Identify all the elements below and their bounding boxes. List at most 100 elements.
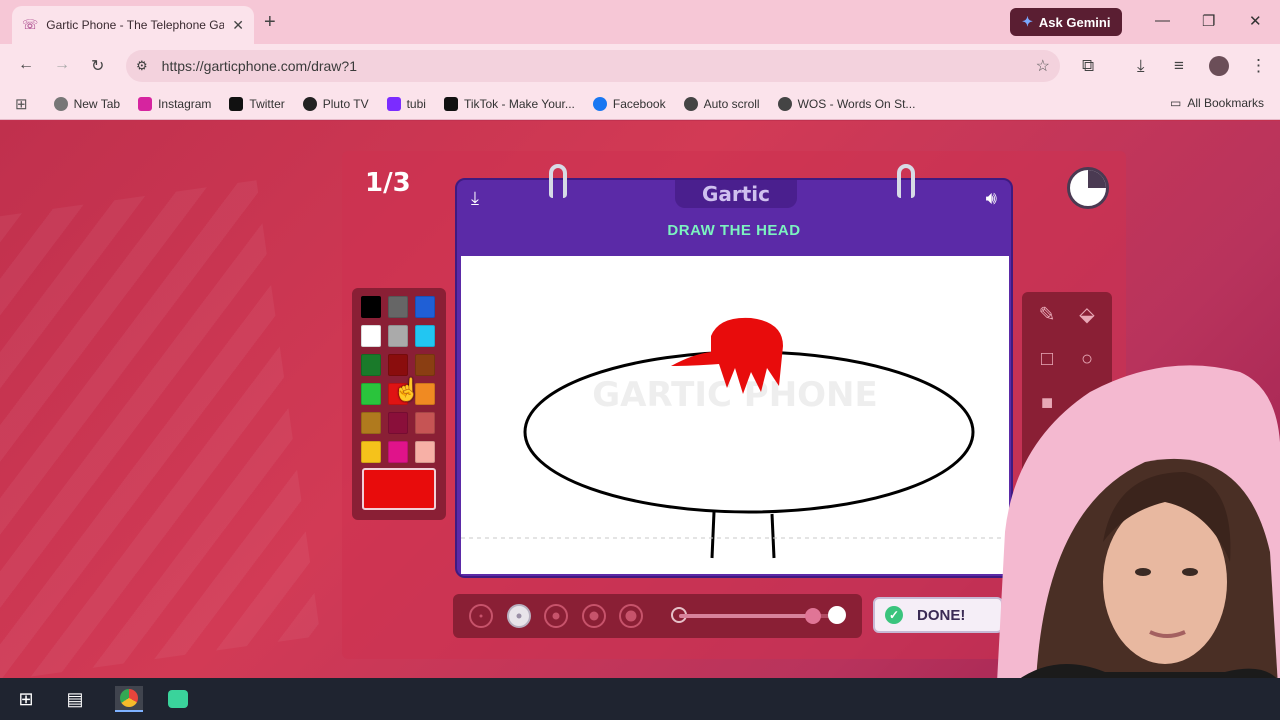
download-drawing-icon[interactable]: ⤓ <box>471 188 479 209</box>
globe-icon <box>683 96 698 111</box>
done-button[interactable]: ✓ DONE! <box>873 597 1003 633</box>
pluto-tv-icon <box>302 96 317 111</box>
color-swatch[interactable] <box>361 412 381 434</box>
hand-cursor-icon: ☝ <box>393 377 421 402</box>
phone-favicon-icon: ☏ <box>22 17 39 32</box>
back-button[interactable]: ← <box>18 56 34 74</box>
gartic-logo: Gartic <box>675 180 797 208</box>
bookmark-auto-scroll[interactable]: Auto scroll <box>683 96 760 111</box>
color-swatch[interactable] <box>415 296 435 318</box>
eraser-tool-icon[interactable]: ⬙ <box>1070 298 1104 332</box>
color-swatch[interactable] <box>388 296 408 318</box>
chrome-taskbar-icon[interactable] <box>115 686 143 712</box>
bookmark-tubi[interactable]: tubi <box>386 96 426 111</box>
instagram-icon <box>138 96 153 111</box>
brush-size-button[interactable] <box>506 604 531 628</box>
bookmark-star-icon[interactable]: ☆ <box>1036 56 1050 76</box>
brush-bar <box>453 594 862 638</box>
current-color-swatch <box>362 468 436 510</box>
color-swatch[interactable] <box>388 412 408 434</box>
bookmark-new-tab[interactable]: New Tab <box>53 96 121 111</box>
profile-avatar[interactable] <box>1209 56 1229 76</box>
bookmark-label: Facebook <box>612 96 666 111</box>
bookmark-label: tubi <box>406 96 426 111</box>
new-tab-button[interactable]: + <box>264 12 276 32</box>
color-swatch[interactable] <box>361 296 381 318</box>
opacity-slider-fill <box>679 614 814 618</box>
site-info-icon[interactable]: ⚙ <box>136 58 148 74</box>
color-swatch[interactable] <box>361 325 381 347</box>
gartic-phone-watermark: GARTIC PHONE <box>592 375 877 415</box>
bookmark-label: Instagram <box>158 96 212 111</box>
extensions-icon[interactable]: ⧉ <box>1082 56 1094 76</box>
check-icon: ✓ <box>885 606 903 624</box>
globe-icon <box>53 96 68 111</box>
download-icon[interactable]: ⤓ <box>1137 56 1145 76</box>
brush-size-button[interactable] <box>469 604 493 628</box>
close-window-button[interactable]: ✕ <box>1249 12 1262 30</box>
brush-size-button[interactable] <box>544 604 568 628</box>
color-swatch[interactable] <box>415 441 435 463</box>
opacity-slider-knob[interactable] <box>805 608 822 624</box>
background-stripes <box>0 180 321 678</box>
forward-button[interactable]: → <box>54 56 70 74</box>
color-swatch[interactable] <box>388 325 408 347</box>
address-bar[interactable]: ⚙ https://garticphone.com/draw?1 ☆ <box>126 50 1060 82</box>
bookmark-twitter[interactable]: Twitter <box>229 96 285 111</box>
color-swatch[interactable] <box>361 441 381 463</box>
color-swatch[interactable] <box>415 354 435 376</box>
media-control-icon[interactable]: ≡ <box>1174 56 1184 76</box>
color-swatch[interactable] <box>415 412 435 434</box>
color-swatch[interactable] <box>388 354 408 376</box>
opacity-max-icon <box>828 606 846 624</box>
reload-button[interactable]: ↻ <box>91 56 104 76</box>
drawn-line-right <box>770 513 776 559</box>
windows-taskbar: ⊞ ▤ <box>0 678 1280 720</box>
drawn-line-left <box>710 511 716 559</box>
globe-icon <box>777 96 792 111</box>
all-bookmarks-label: All Bookmarks <box>1187 96 1264 110</box>
gemini-sparkle-icon: ✦ <box>1022 14 1033 29</box>
color-swatch[interactable] <box>361 383 381 405</box>
notebook-ring <box>549 164 567 198</box>
sound-icon[interactable]: 🔊︎ <box>986 188 997 209</box>
bookmark-label: TikTok - Make Your... <box>463 96 575 111</box>
bookmark-label: New Tab <box>73 96 121 111</box>
windows-start-icon[interactable]: ⊞ <box>12 686 40 712</box>
bookmark-facebook[interactable]: Facebook <box>592 96 666 111</box>
timer-icon <box>1067 167 1109 209</box>
notebook-ring <box>897 164 915 198</box>
browser-tab[interactable]: ☏ Gartic Phone - The Telephone Game ✕ <box>12 6 254 44</box>
color-swatch[interactable] <box>388 441 408 463</box>
bookmark-tiktok[interactable]: TikTok - Make Your... <box>443 96 575 111</box>
tab-title: Gartic Phone - The Telephone Game <box>46 18 225 32</box>
bookmark-label: Pluto TV <box>322 96 369 111</box>
app-taskbar-icon[interactable] <box>164 686 192 712</box>
pencil-tool-icon[interactable]: ✎ <box>1030 298 1064 332</box>
color-swatch[interactable] <box>361 354 381 376</box>
brush-size-button[interactable] <box>581 604 606 628</box>
bookmark-wos[interactable]: WOS - Words On St... <box>777 96 915 111</box>
bookmark-pluto-tv[interactable]: Pluto TV <box>302 96 369 111</box>
folder-icon: ▭ <box>1169 96 1182 110</box>
drawing-prompt: DRAW THE HEAD <box>667 222 801 239</box>
x-icon <box>229 96 244 111</box>
ask-gemini-button[interactable]: ✦ Ask Gemini <box>1010 8 1123 36</box>
color-palette <box>352 288 446 520</box>
close-tab-icon[interactable]: ✕ <box>232 17 244 34</box>
all-bookmarks-button[interactable]: ▭ All Bookmarks <box>1170 96 1264 110</box>
restore-button[interactable]: ❐ <box>1202 12 1215 30</box>
tubi-icon <box>386 96 401 111</box>
menu-icon[interactable]: ⋮ <box>1250 56 1267 76</box>
color-swatch[interactable] <box>415 325 435 347</box>
drawing-canvas[interactable]: GARTIC PHONE <box>461 256 1009 574</box>
apps-grid-icon[interactable]: ⊞ <box>15 95 28 113</box>
round-counter: 1/3 <box>365 168 411 198</box>
minimize-button[interactable]: — <box>1155 12 1170 29</box>
bookmark-instagram[interactable]: Instagram <box>138 96 212 111</box>
brush-size-button[interactable] <box>619 604 643 628</box>
task-view-icon[interactable]: ▤ <box>61 686 89 712</box>
canvas-drawing: GARTIC PHONE <box>461 317 1009 559</box>
tab-bar: ☏ Gartic Phone - The Telephone Game ✕ + … <box>0 0 1280 44</box>
done-label: DONE! <box>917 606 966 624</box>
